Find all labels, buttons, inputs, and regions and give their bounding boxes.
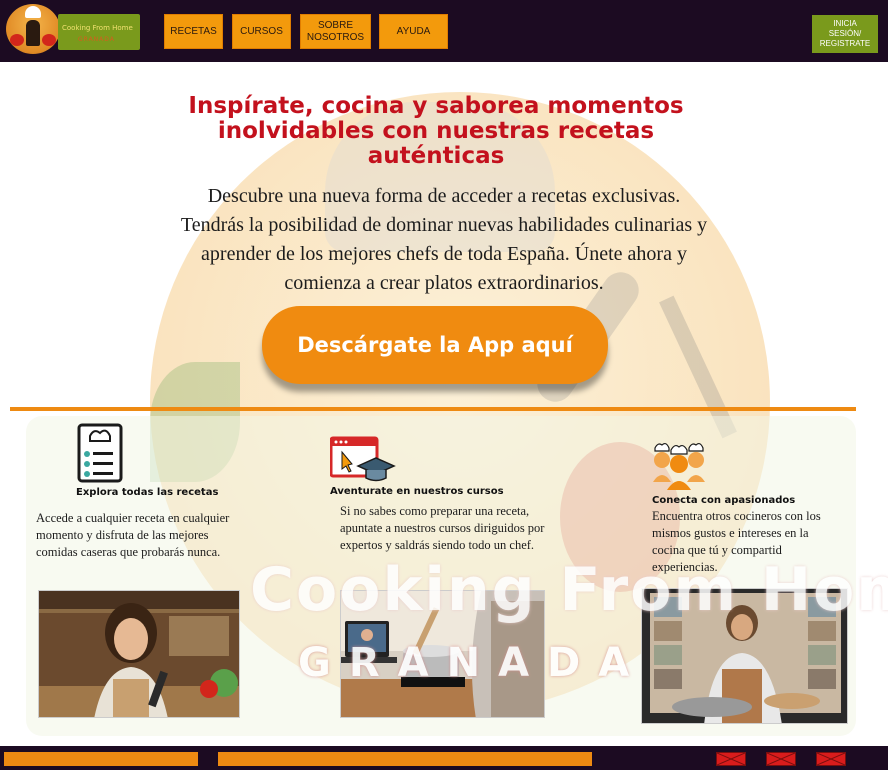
feature-recipes: Explora todas las recetas Accede a cualq… [36, 422, 256, 561]
logo-badge-icon [6, 4, 60, 54]
social-icon-3[interactable] [816, 752, 846, 766]
feature-courses: Aventurate en nuestros cursos Si no sabe… [330, 436, 560, 554]
footer-link-block-1[interactable] [4, 752, 198, 766]
nav-sobre-nosotros-label: SOBRE NOSOTROS [306, 19, 365, 43]
photo-online-cooking-class [340, 590, 545, 718]
footer-link-block-2[interactable] [218, 752, 592, 766]
logo-name: Cooking From Home [62, 24, 133, 32]
nav-sobre-nosotros-button[interactable]: SOBRE NOSOTROS [300, 14, 371, 49]
login-register-label: INICIA SESIÓN/ REGISTRATE [819, 19, 871, 48]
hero-section: Inspírate, cocina y saborea momentos ino… [0, 62, 888, 412]
feature-courses-heading: Aventurate en nuestros cursos [330, 486, 504, 497]
footer-bar [0, 746, 888, 770]
site-logo[interactable]: Cooking From Home GRANADA [6, 4, 140, 54]
nav-recetas-button[interactable]: RECETAS [164, 14, 223, 49]
social-icon-1[interactable] [716, 752, 746, 766]
download-app-button[interactable]: Descárgate la App aquí [262, 306, 608, 384]
nav-ayuda-button[interactable]: AYUDA [379, 14, 448, 49]
logo-banner: Cooking From Home GRANADA [58, 14, 140, 50]
nav-cursos-button[interactable]: CURSOS [232, 14, 291, 49]
top-navigation-bar: Cooking From Home GRANADA RECETAS CURSOS… [0, 0, 888, 62]
photo-woman-cooking [38, 590, 240, 718]
hero-title: Inspírate, cocina y saborea momentos ino… [188, 93, 684, 169]
login-register-button[interactable]: INICIA SESIÓN/ REGISTRATE [812, 15, 878, 53]
hero-description: Descubre una nueva forma de acceder a re… [180, 185, 708, 294]
logo-city: GRANADA [78, 36, 115, 43]
feature-courses-text: Si no sabes como preparar una receta, ap… [340, 504, 545, 552]
feature-recipes-heading: Explora todas las recetas [76, 487, 219, 498]
feature-community-text: Encuentra otros cocineros con los mismos… [652, 509, 821, 574]
features-section: Explora todas las recetas Accede a cualq… [0, 414, 888, 744]
chef-community-icon [653, 442, 705, 490]
feature-recipes-text: Accede a cualquier receta en cualquier m… [36, 511, 230, 559]
section-divider [10, 407, 856, 411]
social-icon-2[interactable] [766, 752, 796, 766]
recipe-list-icon [77, 423, 123, 483]
online-course-icon [330, 436, 396, 482]
photo-video-call-cooking [641, 588, 848, 724]
feature-community-heading: Conecta con apasionados [652, 495, 796, 506]
feature-community: Conecta con apasionados Encuentra otros … [652, 434, 862, 576]
